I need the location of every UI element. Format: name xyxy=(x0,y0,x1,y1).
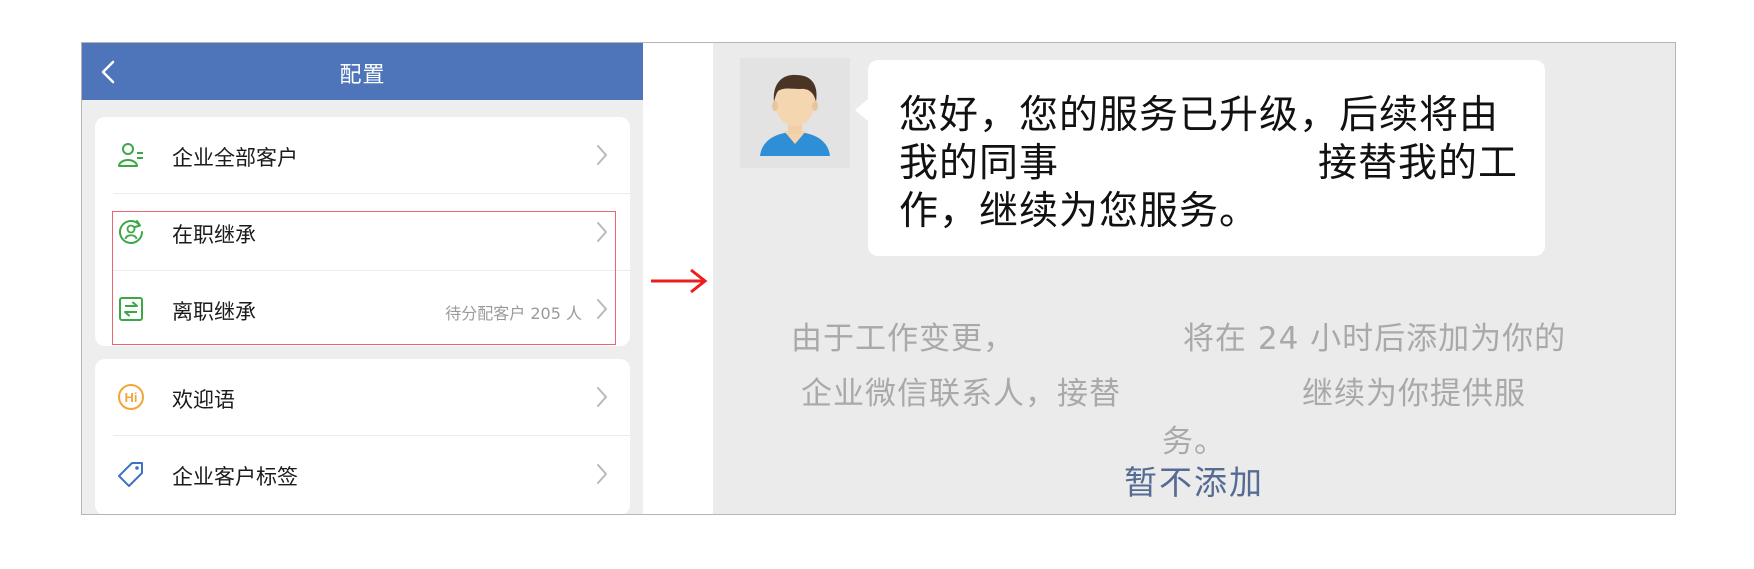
notice-line: 继续为你提供服 xyxy=(1302,376,1526,412)
notice-line: 将在 24 小时后添加为你的 xyxy=(1183,321,1567,357)
tag-icon xyxy=(118,462,143,487)
message-line: 接替我的工 xyxy=(1318,141,1519,186)
notice-line: 企业微信联系人，接替 xyxy=(801,376,1121,412)
svg-text:Hi: Hi xyxy=(125,390,138,405)
chevron-right-icon xyxy=(597,387,607,407)
menu-item-welcome-message[interactable]: Hi 欢迎语 xyxy=(95,359,630,435)
transfer-user-icon xyxy=(119,220,143,244)
menu-item-customer-tags[interactable]: 企业客户标签 xyxy=(95,436,630,512)
menu-item-label: 企业客户标签 xyxy=(172,465,298,489)
avatar xyxy=(740,58,850,168)
chat-preview: 您好，您的服务已升级，后续将由 我的同事 接替我的工 作，继续为您服务。 由于工… xyxy=(713,43,1675,514)
menu-item-label: 离职继承 xyxy=(172,300,256,324)
menu-item-inservice-transfer[interactable]: 在职继承 xyxy=(95,194,630,270)
chat-message-bubble: 您好，您的服务已升级，后续将由 我的同事 接替我的工 作，继续为您服务。 xyxy=(855,60,1545,256)
menu-card-primary: 企业全部客户 在职继承 离职继承 待分配客户 205 人 xyxy=(95,117,630,346)
chevron-right-icon xyxy=(597,464,607,484)
config-panel: 配置 企业全部客户 在职继承 离职继承 待分配客户 205 人 Hi 欢迎语 企… xyxy=(82,43,643,514)
chevron-right-icon xyxy=(597,299,607,319)
bubble-tail xyxy=(855,98,869,122)
menu-item-all-customers[interactable]: 企业全部客户 xyxy=(95,117,630,193)
arrow-right-icon xyxy=(651,268,708,294)
screenshot-frame: 配置 企业全部客户 在职继承 离职继承 待分配客户 205 人 Hi 欢迎语 企… xyxy=(81,42,1676,515)
notice-line: 务。 xyxy=(1162,424,1226,460)
chevron-right-icon xyxy=(597,222,607,242)
menu-item-label: 在职继承 xyxy=(172,223,256,247)
pending-customers-count: 待分配客户 205 人 xyxy=(445,304,582,323)
hi-icon: Hi xyxy=(118,384,144,410)
menu-card-secondary: Hi 欢迎语 企业客户标签 xyxy=(95,359,630,514)
page-title: 配置 xyxy=(339,63,386,88)
person-avatar-icon xyxy=(760,74,830,156)
message-line: 作，继续为您服务。 xyxy=(899,189,1260,234)
customer-icon xyxy=(118,143,143,167)
notice-line: 由于工作变更， xyxy=(791,321,1015,357)
chevron-right-icon xyxy=(597,145,607,165)
menu-item-label: 企业全部客户 xyxy=(172,146,298,170)
menu-item-resigned-transfer[interactable]: 离职继承 待分配客户 205 人 xyxy=(95,271,630,346)
skip-add-button[interactable]: 暂不添加 xyxy=(713,456,1675,504)
exchange-icon xyxy=(119,297,143,321)
nav-bar: 配置 xyxy=(82,43,643,100)
menu-item-label: 欢迎语 xyxy=(172,388,235,412)
